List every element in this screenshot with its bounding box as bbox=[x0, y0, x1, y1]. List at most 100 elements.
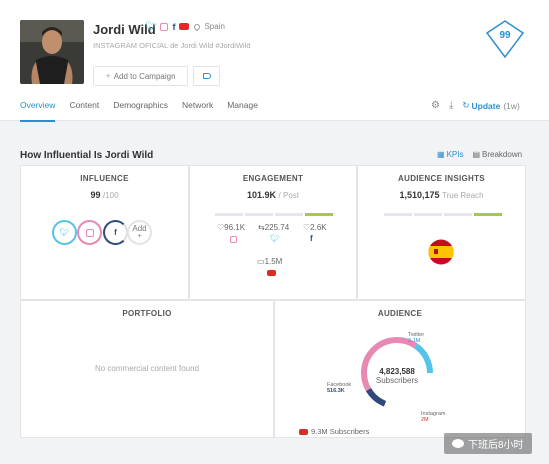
instagram-influence-circle[interactable] bbox=[77, 220, 102, 245]
spain-flag-icon bbox=[428, 239, 454, 265]
tab-overview[interactable]: Overview bbox=[20, 100, 56, 122]
twitter-retweets-value: 225.74 bbox=[264, 223, 290, 232]
watermark: 下班后8小时 bbox=[444, 433, 532, 454]
instagram-icon bbox=[85, 228, 94, 237]
influence-suffix: /100 bbox=[102, 191, 119, 200]
score-value: 99 bbox=[499, 30, 511, 41]
audience-insights-panel: AUDIENCE INSIGHTS 1,510,175 True Reach bbox=[357, 165, 526, 300]
instagram-value: 2M bbox=[421, 417, 429, 423]
tag-button[interactable] bbox=[193, 66, 220, 86]
breakdown-view-button[interactable]: ▤ Breakdown bbox=[472, 150, 522, 159]
tab-manage[interactable]: Manage bbox=[227, 100, 258, 122]
instagram-likes-value: 96.1K bbox=[224, 223, 246, 232]
engagement-bar-4 bbox=[305, 213, 333, 216]
youtube-icon[interactable] bbox=[179, 23, 190, 30]
audience-total-value: 4,823,588 bbox=[379, 367, 415, 376]
grid-icon: ▦ bbox=[437, 150, 445, 159]
profile-subtitle: INSTAGRAM OFICIAL de Jordi Wild #JordiWi… bbox=[93, 41, 251, 50]
youtube-icon bbox=[299, 428, 308, 435]
portfolio-title: PORTFOLIO bbox=[122, 309, 172, 318]
profile-country: Spain bbox=[204, 22, 225, 31]
social-links: 🐦︎ f Spain bbox=[145, 21, 225, 32]
twitter-audience-label: Twitter 2.1M bbox=[408, 332, 424, 344]
section-title: How Influential Is Jordi Wild bbox=[20, 150, 154, 161]
audience-total-label: Subscribers bbox=[375, 376, 419, 385]
add-network-label: Add bbox=[132, 223, 147, 233]
twitter-icon: 🐦︎ bbox=[59, 228, 70, 237]
facebook-icon[interactable]: f bbox=[172, 22, 175, 32]
header-tools: ⚙︎ ⤓ ↻ Update (1w) bbox=[431, 100, 520, 111]
youtube-subscribers-value: 9.3M Subscribers bbox=[311, 427, 370, 436]
tab-network[interactable]: Network bbox=[182, 100, 213, 122]
facebook-likes-value: 2.6K bbox=[310, 223, 327, 232]
facebook-value: 516.3K bbox=[327, 388, 345, 394]
influence-title: INFLUENCE bbox=[80, 174, 129, 183]
download-icon[interactable]: ⤓ bbox=[449, 100, 453, 111]
audience-total: 4,823,588 Subscribers bbox=[371, 367, 423, 385]
youtube-subscribers: 9.3M Subscribers bbox=[299, 427, 369, 436]
audience-insights-title: AUDIENCE INSIGHTS bbox=[398, 174, 485, 183]
engagement-title: ENGAGEMENT bbox=[242, 174, 304, 183]
audience-panel: AUDIENCE 4,823,588 Subscribers Twitter 2… bbox=[274, 300, 526, 438]
true-reach-value: 1,510,175 bbox=[399, 190, 440, 200]
twitter-retweets: ⇆225.74 bbox=[258, 223, 290, 232]
add-network-button[interactable]: Add + bbox=[127, 220, 152, 245]
tab-demographics[interactable]: Demographics bbox=[113, 100, 168, 122]
update-age: (1w) bbox=[503, 100, 520, 111]
twitter-influence-circle[interactable]: 🐦︎ bbox=[52, 220, 77, 245]
add-network-plus: + bbox=[137, 232, 142, 240]
audience-title: AUDIENCE bbox=[377, 309, 423, 318]
facebook-icon: f bbox=[114, 228, 117, 237]
engagement-bar-1 bbox=[215, 213, 243, 216]
facebook-icon: f bbox=[310, 234, 313, 243]
kpis-label: KPIs bbox=[446, 150, 464, 159]
kpis-view-button[interactable]: ▦ KPIs bbox=[437, 150, 463, 159]
influence-value: 99 bbox=[90, 190, 101, 200]
twitter-icon[interactable]: 🐦︎ bbox=[145, 21, 156, 32]
engagement-score: 101.9K / Post bbox=[190, 190, 356, 200]
instagram-likes: ♡96.1K bbox=[217, 223, 246, 232]
location-pin-icon bbox=[193, 22, 202, 31]
watermark-text: 下班后8小时 bbox=[468, 440, 524, 451]
tag-icon bbox=[202, 73, 211, 79]
tab-content[interactable]: Content bbox=[69, 100, 99, 122]
instagram-audience-label: Instagram 2M bbox=[421, 411, 445, 423]
facebook-influence-circle[interactable]: f bbox=[103, 220, 128, 245]
portfolio-panel: PORTFOLIO No commercial content found bbox=[20, 300, 274, 438]
engagement-suffix: / Post bbox=[278, 191, 299, 200]
youtube-icon bbox=[267, 270, 276, 276]
insight-bar-3 bbox=[444, 213, 472, 216]
engagement-panel: ENGAGEMENT 101.9K / Post ♡96.1K ⇆225.74 … bbox=[189, 165, 357, 300]
twitter-value: 2.1M bbox=[408, 338, 421, 344]
breakdown-label: Breakdown bbox=[482, 150, 523, 159]
view-toggle: ▦ KPIs ▤ Breakdown bbox=[437, 150, 522, 159]
plus-icon: + bbox=[105, 71, 111, 81]
engagement-bar-3 bbox=[275, 213, 303, 216]
instagram-icon[interactable] bbox=[160, 22, 169, 31]
add-to-campaign-button[interactable]: + Add to Campaign bbox=[93, 66, 188, 86]
facebook-audience-label: Facebook 516.3K bbox=[327, 382, 351, 394]
twitter-icon: 🐦︎ bbox=[270, 234, 281, 243]
profile-header: Jordi Wild 🐦︎ f Spain INSTAGRAM OFICIAL … bbox=[0, 0, 549, 122]
insight-bar-2 bbox=[414, 213, 442, 216]
youtube-views-value: 1.5M bbox=[264, 257, 283, 266]
refresh-icon: ↻ bbox=[462, 100, 470, 110]
add-to-campaign-label: Add to Campaign bbox=[113, 71, 176, 81]
true-reach-suffix: True Reach bbox=[442, 191, 484, 200]
youtube-views: ▭1.5M bbox=[257, 257, 283, 266]
insight-bar-4 bbox=[474, 213, 502, 216]
insight-bar-1 bbox=[384, 213, 412, 216]
instagram-icon bbox=[230, 236, 237, 243]
portfolio-empty-text: No commercial content found bbox=[94, 364, 200, 373]
main-tabs: Overview Content Demographics Network Ma… bbox=[20, 100, 258, 122]
wechat-icon bbox=[452, 439, 464, 448]
update-button[interactable]: ↻ Update bbox=[462, 100, 500, 111]
engagement-bar-2 bbox=[245, 213, 273, 216]
facebook-likes: ♡2.6K bbox=[303, 223, 327, 232]
influence-score: 99 /100 bbox=[21, 190, 188, 200]
influence-panel: INFLUENCE 99 /100 🐦︎ f Add + bbox=[20, 165, 189, 300]
list-icon: ▤ bbox=[472, 150, 481, 159]
settings-icon[interactable]: ⚙︎ bbox=[431, 100, 440, 111]
avatar[interactable] bbox=[20, 20, 84, 84]
score-badge: 99 bbox=[486, 20, 524, 58]
